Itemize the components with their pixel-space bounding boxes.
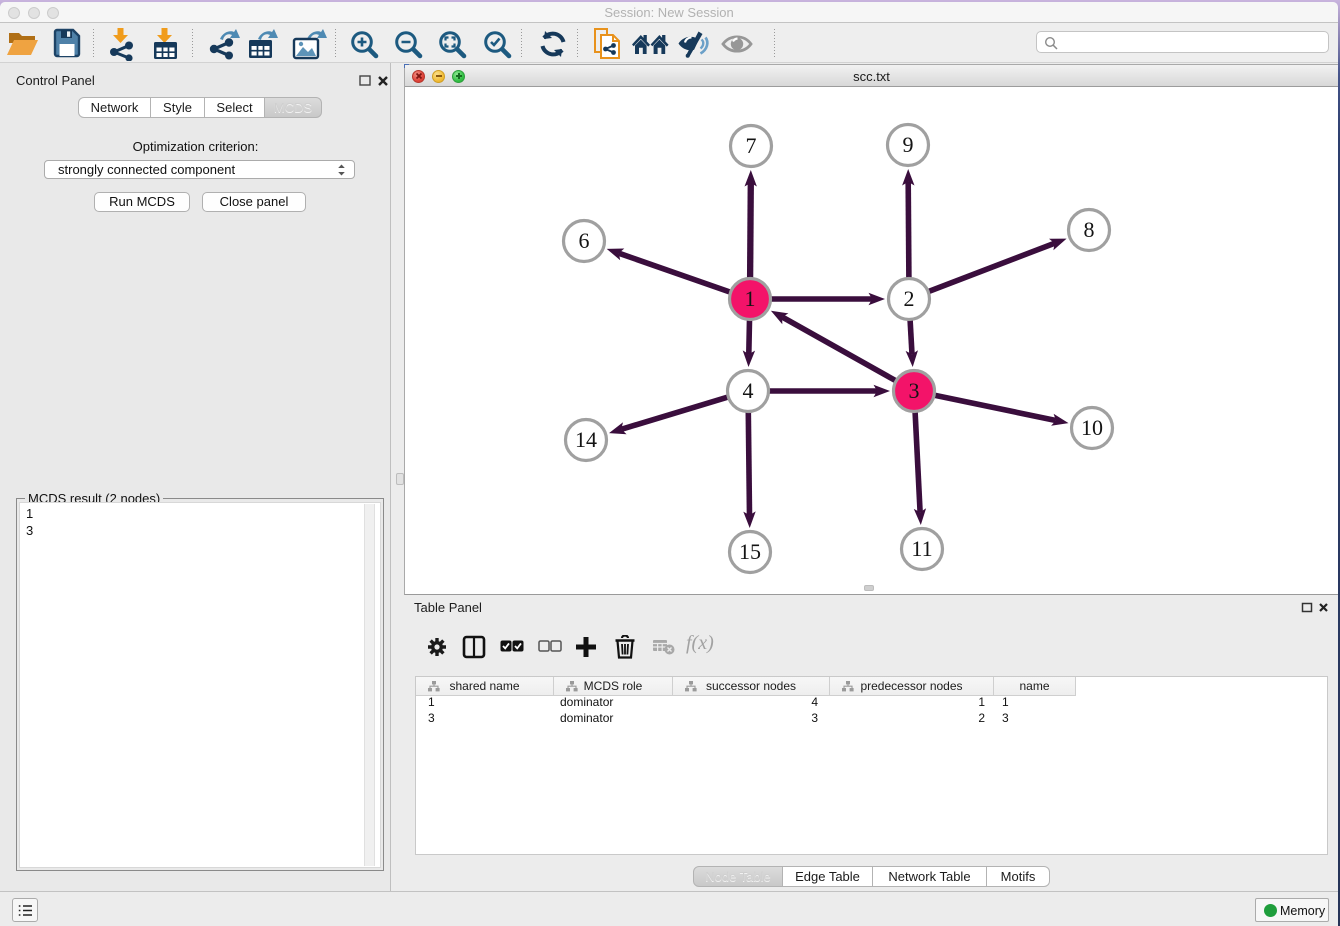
svg-text:11: 11 bbox=[911, 536, 932, 561]
svg-text:15: 15 bbox=[739, 539, 761, 564]
svg-text:7: 7 bbox=[746, 133, 757, 158]
svg-text:1: 1 bbox=[745, 286, 756, 311]
svg-text:3: 3 bbox=[909, 378, 920, 403]
svg-text:4: 4 bbox=[743, 378, 754, 403]
svg-text:9: 9 bbox=[903, 132, 914, 157]
svg-text:14: 14 bbox=[575, 427, 597, 452]
svg-text:10: 10 bbox=[1081, 415, 1103, 440]
svg-text:6: 6 bbox=[579, 228, 590, 253]
svg-text:8: 8 bbox=[1084, 217, 1095, 242]
svg-text:2: 2 bbox=[904, 286, 915, 311]
